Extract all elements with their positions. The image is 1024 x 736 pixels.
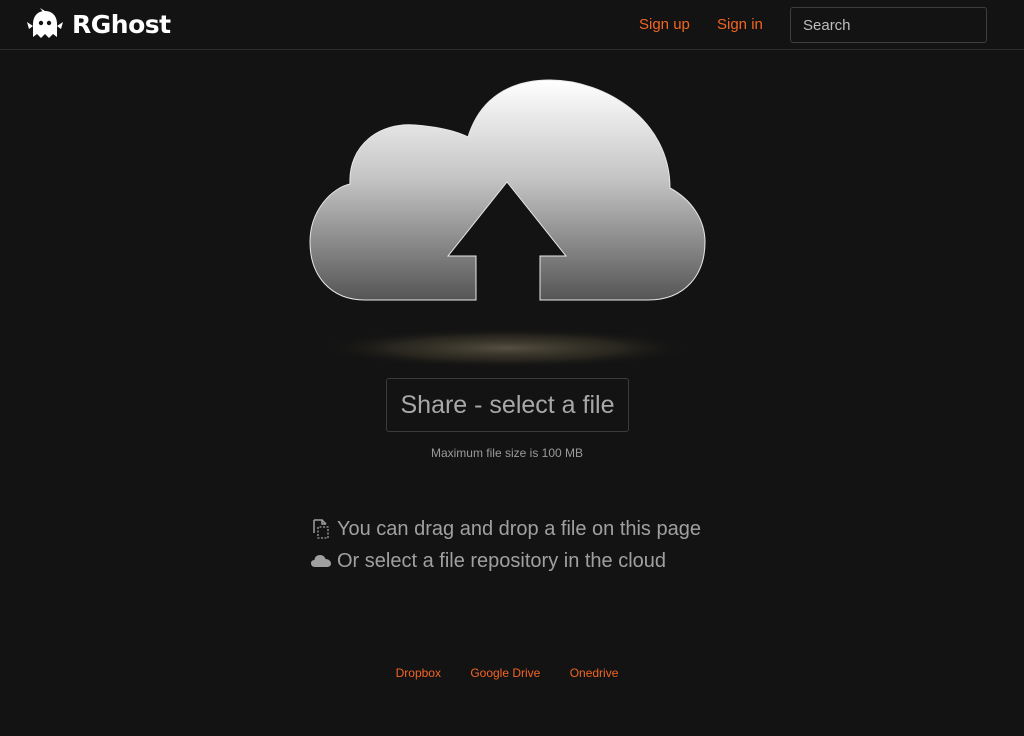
- navbar: RGhost Sign up Sign in: [0, 0, 1024, 50]
- sign-in-link[interactable]: Sign in: [717, 15, 763, 35]
- drag-drop-hint: You can drag and drop a file on this pag…: [310, 517, 701, 541]
- share-select-file-button[interactable]: Share - select a file: [386, 378, 629, 432]
- google-drive-link[interactable]: Google Drive: [470, 666, 540, 680]
- onedrive-link[interactable]: Onedrive: [570, 666, 619, 680]
- search-input[interactable]: [790, 7, 987, 43]
- cloud-repository-hint: Or select a file repository in the cloud: [310, 549, 666, 573]
- cloud-repository-links: Dropbox Google Drive Onedrive: [0, 666, 1014, 680]
- cloud-upload-icon[interactable]: [300, 70, 720, 370]
- ghost-logo-icon: [27, 8, 63, 38]
- cloud-repository-hint-text: Or select a file repository in the cloud: [337, 550, 667, 572]
- brand-logo-link[interactable]: RGhost: [26, 8, 171, 42]
- cloud-icon: [310, 550, 332, 572]
- sign-up-link[interactable]: Sign up: [639, 15, 690, 35]
- drag-drop-hint-text: You can drag and drop a file on this pag…: [337, 518, 701, 540]
- max-file-size-note: Maximum file size is 100 MB: [430, 446, 584, 460]
- dropbox-link[interactable]: Dropbox: [396, 666, 441, 680]
- drag-drop-icon: [310, 518, 332, 540]
- brand-name: RGhost: [72, 10, 171, 39]
